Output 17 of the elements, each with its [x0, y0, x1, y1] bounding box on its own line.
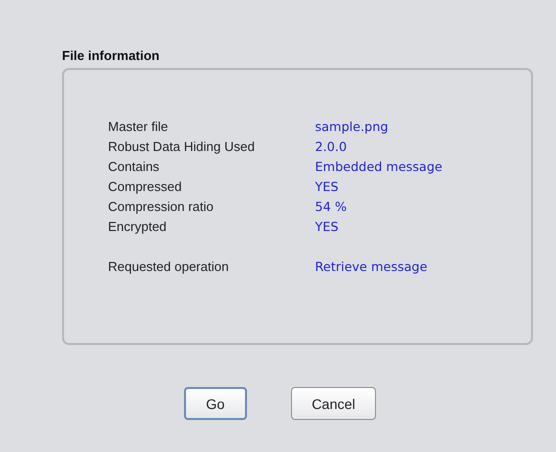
field-label: Encrypted — [108, 218, 168, 234]
cancel-button[interactable]: Cancel — [290, 387, 376, 420]
field-label: Robust Data Hiding Used — [108, 138, 256, 154]
field-label: Contains — [108, 158, 160, 174]
field-value: 54 % — [315, 198, 347, 214]
go-button[interactable]: Go — [184, 387, 247, 420]
field-value: YES — [315, 178, 338, 194]
field-value: 2.0.0 — [315, 138, 347, 154]
section-title: File information — [62, 48, 160, 63]
field-label: Compression ratio — [108, 198, 214, 214]
field-value: YES — [315, 218, 338, 234]
field-value: Embedded message — [315, 158, 442, 174]
field-value: Retrieve message — [315, 258, 428, 274]
field-label: Compressed — [108, 178, 183, 194]
field-value: sample.png — [315, 118, 388, 134]
field-label: Master file — [108, 118, 169, 134]
field-label: Requested operation — [108, 258, 230, 274]
